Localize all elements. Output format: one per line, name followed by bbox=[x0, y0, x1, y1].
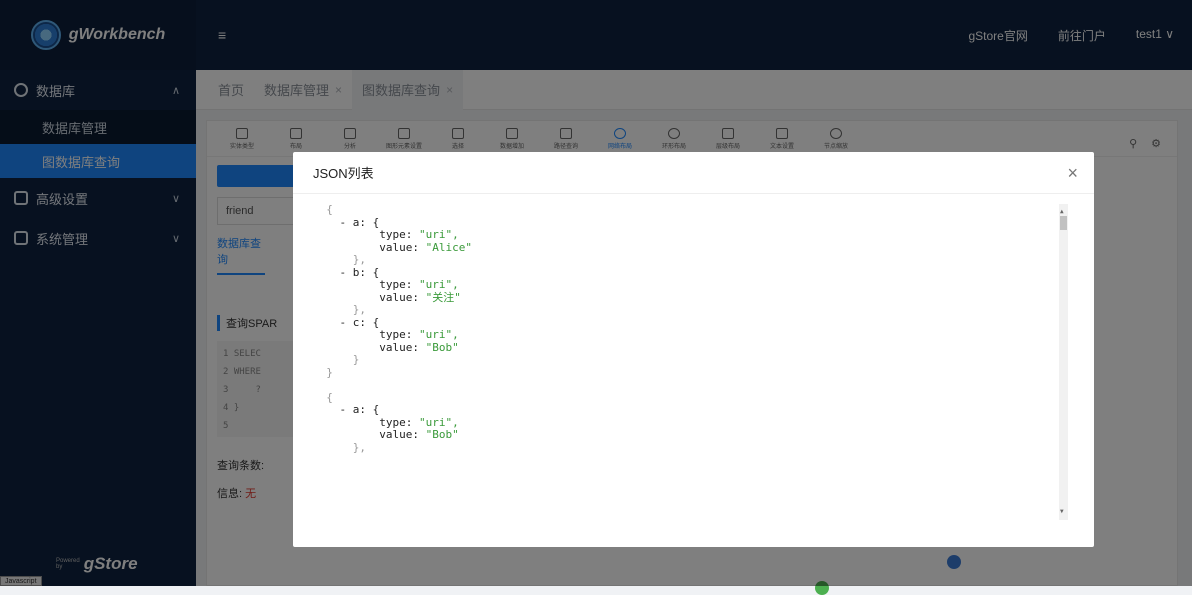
scroll-down-icon[interactable]: ▼ bbox=[1060, 506, 1064, 519]
json-line: value: "Bob" bbox=[313, 428, 459, 441]
json-viewer[interactable]: { - a: { type: "uri", value: "Alice" }, … bbox=[313, 204, 1076, 520]
json-line: { bbox=[313, 204, 333, 216]
close-icon[interactable]: × bbox=[1067, 164, 1078, 182]
json-list-dialog: JSON列表 × { - a: { type: "uri", value: "A… bbox=[293, 152, 1094, 547]
dialog-header: JSON列表 bbox=[293, 152, 1094, 194]
scrollbar-thumb[interactable] bbox=[1060, 216, 1067, 230]
json-line: }, bbox=[313, 303, 366, 316]
json-line: value: "Bob" bbox=[313, 340, 459, 354]
dialog-title: JSON列表 bbox=[313, 166, 374, 181]
json-line: }, bbox=[313, 253, 366, 266]
scrollbar[interactable]: ▲ ▼ bbox=[1059, 204, 1068, 520]
json-line: } bbox=[313, 353, 360, 366]
json-line bbox=[313, 379, 1076, 392]
json-line: { bbox=[313, 390, 333, 404]
json-lines: { - a: { type: "uri", value: "Alice" }, … bbox=[313, 204, 1076, 454]
json-line: }, bbox=[313, 440, 366, 454]
json-line: } bbox=[313, 365, 333, 379]
json-line: value: "关注" bbox=[313, 290, 461, 304]
json-line: value: "Alice" bbox=[313, 240, 472, 254]
